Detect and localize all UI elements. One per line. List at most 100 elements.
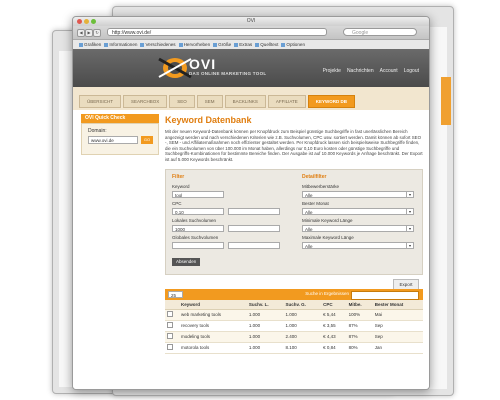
table-row: modeling tools 1.000 2.400 € 4,43 87% Se…: [165, 331, 423, 343]
cpc-max-input[interactable]: [228, 207, 280, 215]
back-button[interactable]: ◀: [77, 29, 85, 37]
forward-button[interactable]: ▶: [85, 29, 93, 37]
checkbox[interactable]: [167, 311, 173, 318]
bookmark-item[interactable]: Verschiedenes: [140, 42, 176, 47]
global-volume-min-input[interactable]: [172, 241, 224, 249]
results-toolbar: 25 Suche in Ergebnissen: [165, 288, 423, 300]
chevron-down-icon: ▾: [406, 242, 413, 248]
tab-affiliate[interactable]: AFFILIATE: [267, 95, 306, 108]
logo-subtitle: DAS ONLINE MARKETING TOOL: [189, 71, 267, 76]
tab-uebersicht[interactable]: ÜBERSICHT: [79, 95, 122, 108]
domain-input[interactable]: www.ovi.de: [88, 136, 138, 144]
cell-cpc: € 0,84: [321, 342, 347, 354]
bookmark-icon: [281, 42, 286, 47]
tab-seo[interactable]: SEO: [169, 95, 195, 108]
cell-best-month: Jan: [372, 342, 423, 354]
bookmark-icon: [79, 42, 83, 47]
cell-keyword: web marketing tools: [179, 309, 247, 321]
bookmark-icon: [178, 42, 183, 47]
cpc-min-input[interactable]: 0,10: [172, 207, 224, 215]
main-content: Keyword Datenbank Mit der neuen Keyword-…: [165, 114, 423, 354]
table-row: motorola tools 1.000 8.100 € 0,84 80% Ja…: [165, 342, 423, 354]
tab-searchbox[interactable]: SEARCHBOX: [123, 95, 168, 108]
bookmark-item[interactable]: Größe: [213, 42, 231, 47]
bookmark-icon: [255, 42, 260, 47]
search-results-input[interactable]: [351, 290, 419, 300]
link-projekte[interactable]: Projekte: [323, 68, 341, 74]
cell-best-month: Sep: [372, 331, 423, 343]
table-row: recovery tools 1.000 1.000 € 3,55 87% Se…: [165, 320, 423, 332]
bookmark-icon: [234, 42, 239, 47]
column-header-local-volume[interactable]: Suchv. L.: [246, 299, 284, 310]
bookmark-icon: [104, 42, 109, 47]
cell-cpc: € 4,43: [321, 331, 347, 343]
chevron-down-icon: ▾: [406, 208, 413, 214]
filter-panel: Filter Keyword tool CPC 0,10 Lokales Suc…: [165, 168, 423, 275]
table-header-row: Keyword Suchv. L. Suchv. G. CPC Mitbe. B…: [165, 299, 423, 310]
per-page-select[interactable]: 25: [168, 290, 183, 298]
bookmark-item[interactable]: Extras: [234, 42, 252, 47]
browser-toolbar: ◀ ▶ ↻ http://www.ovi.de/ Google: [73, 26, 429, 40]
bookmark-item[interactable]: Optionen: [281, 42, 305, 47]
cell-cpc: € 5,44: [321, 309, 347, 321]
checkbox[interactable]: [167, 333, 173, 340]
cell-local-volume: 1.000: [246, 342, 284, 354]
tab-sem[interactable]: SEM: [196, 95, 223, 108]
address-bar[interactable]: http://www.ovi.de/: [107, 28, 327, 36]
column-header-global-volume[interactable]: Suchv. G.: [283, 299, 322, 310]
local-volume-label: Lokales Suchvolumen: [172, 217, 217, 223]
table-row: web marketing tools 1.000 1.000 € 5,44 1…: [165, 309, 423, 321]
row-checkbox[interactable]: [165, 309, 179, 321]
go-button[interactable]: GO: [141, 136, 153, 144]
link-account[interactable]: Account: [380, 68, 398, 74]
row-checkbox[interactable]: [165, 320, 179, 332]
local-volume-max-input[interactable]: [228, 224, 280, 232]
search-results-label: Suche in Ergebnissen: [305, 290, 349, 296]
browser-search-input[interactable]: Google: [343, 28, 417, 36]
tab-keyword-db[interactable]: KEYWORD DB: [307, 95, 355, 108]
cell-keyword: modeling tools: [179, 331, 247, 343]
tab-backlinks[interactable]: BACKLINKS: [224, 95, 266, 108]
cell-competition: 100%: [346, 309, 373, 321]
checkbox[interactable]: [167, 322, 173, 329]
link-logout[interactable]: Logout: [404, 68, 419, 74]
cell-local-volume: 1.000: [246, 309, 284, 321]
cell-global-volume: 2.400: [283, 331, 322, 343]
local-volume-min-input[interactable]: 1000: [172, 224, 224, 232]
global-volume-label: Globales Suchvolumen: [172, 234, 219, 240]
competition-label: Mitbewerberstärke: [302, 183, 340, 189]
max-length-label: Maximale Keyword Länge: [302, 234, 354, 240]
competition-select[interactable]: Alle ▾: [302, 190, 414, 198]
column-header-cpc[interactable]: CPC: [321, 299, 347, 310]
row-checkbox[interactable]: [165, 342, 179, 354]
global-volume-max-input[interactable]: [228, 241, 280, 249]
window-title: OVI: [246, 18, 256, 24]
column-header-best-month[interactable]: Bester Monat: [372, 299, 423, 310]
cell-keyword: motorola tools: [179, 342, 247, 354]
keyword-table: Keyword Suchv. L. Suchv. G. CPC Mitbe. B…: [165, 299, 423, 354]
max-length-select[interactable]: Alle ▾: [302, 241, 414, 249]
bookmark-item[interactable]: Grafiken: [79, 42, 101, 47]
min-length-label: Minimale Keyword Länge: [302, 217, 353, 223]
best-month-select[interactable]: Alle ▾: [302, 207, 414, 215]
cell-global-volume: 1.000: [283, 320, 322, 332]
min-length-select[interactable]: Alle ▾: [302, 224, 414, 232]
column-header-competition[interactable]: Mitbe.: [346, 299, 373, 310]
cell-global-volume: 8.100: [283, 342, 322, 354]
submit-button[interactable]: Absenden: [172, 257, 201, 266]
site-header: OVI DAS ONLINE MARKETING TOOL Projekte N…: [73, 49, 429, 87]
cell-keyword: recovery tools: [179, 320, 247, 332]
bookmark-item[interactable]: Quelltext: [255, 42, 278, 47]
bookmark-item[interactable]: Hervorheben: [178, 42, 210, 47]
column-header-keyword[interactable]: Keyword: [179, 299, 247, 310]
main-navigation: ÜBERSICHT SEARCHBOX SEO SEM BACKLINKS AF…: [73, 87, 429, 110]
keyword-input[interactable]: tool: [172, 190, 224, 198]
bookmark-item[interactable]: Informationen: [104, 42, 137, 47]
link-nachrichten[interactable]: Nachrichten: [347, 68, 374, 74]
cell-local-volume: 1.000: [246, 320, 284, 332]
checkbox[interactable]: [167, 344, 173, 351]
reload-button[interactable]: ↻: [93, 29, 101, 37]
web-page: OVI DAS ONLINE MARKETING TOOL Projekte N…: [73, 49, 429, 389]
cell-cpc: € 3,55: [321, 320, 347, 332]
row-checkbox[interactable]: [165, 331, 179, 343]
